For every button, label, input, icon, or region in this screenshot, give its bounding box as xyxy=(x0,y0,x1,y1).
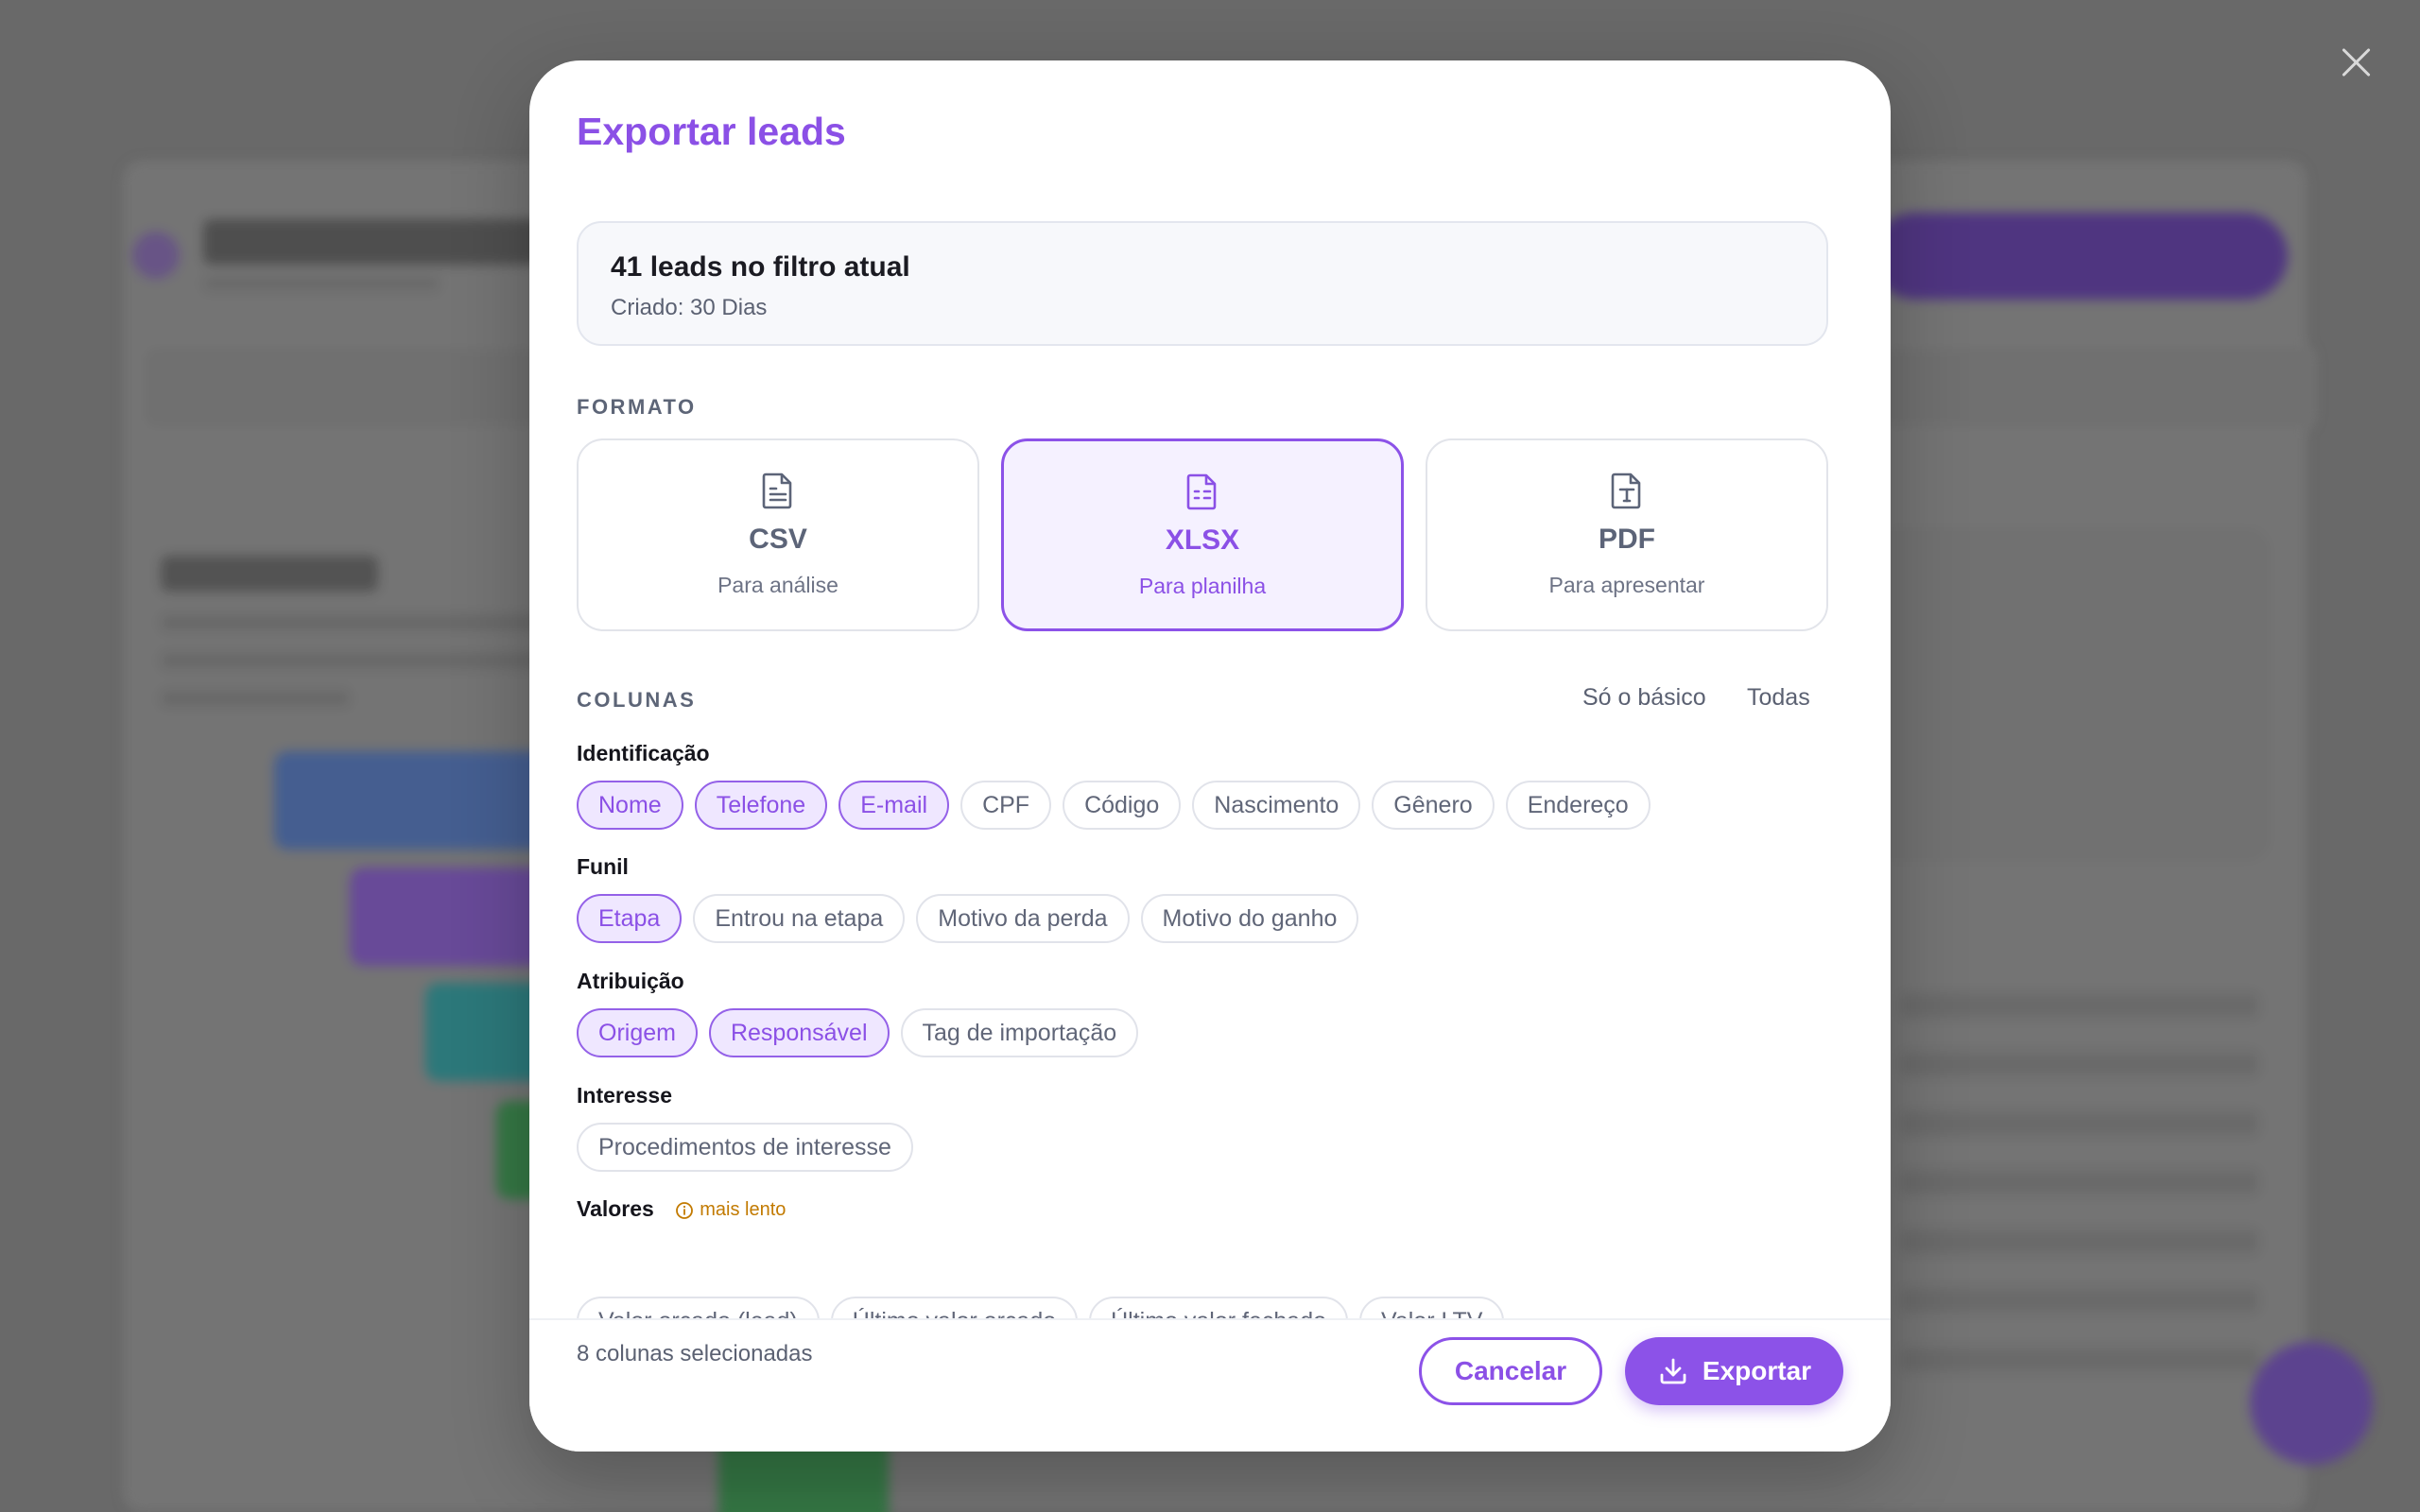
column-chip-genero[interactable]: Gênero xyxy=(1372,781,1495,830)
chip-row-interesse: Procedimentos de interesse xyxy=(577,1123,913,1172)
columns-section-label: COLUNAS xyxy=(577,688,697,712)
column-chip-cpf[interactable]: CPF xyxy=(960,781,1052,830)
export-leads-modal: Exportar leads 41 leads no filtro atual … xyxy=(529,60,1891,1452)
group-label-atribuicao: Atribuição xyxy=(577,969,684,993)
group-label-interesse: Interesse xyxy=(577,1083,673,1108)
column-chip-email[interactable]: E-mail xyxy=(838,781,950,830)
column-chip-codigo[interactable]: Código xyxy=(1063,781,1182,830)
format-name: PDF xyxy=(1599,524,1655,555)
format-section-label: FORMATO xyxy=(577,395,697,419)
file-text-icon xyxy=(762,472,792,509)
group-label-identificacao: Identificação xyxy=(577,741,710,765)
close-icon[interactable] xyxy=(2337,43,2375,81)
download-icon xyxy=(1660,1358,1686,1384)
column-chip-tag-de-importacao[interactable]: Tag de importação xyxy=(900,1008,1139,1057)
selected-columns-count: 8 colunas selecionadas xyxy=(577,1341,813,1366)
leads-count: 41 leads no filtro atual xyxy=(611,251,910,283)
format-option-csv[interactable]: CSV Para análise xyxy=(577,438,979,631)
format-description: Para análise xyxy=(717,573,838,597)
format-name: CSV xyxy=(749,524,807,555)
format-description: Para planilha xyxy=(1138,574,1267,598)
slow-warning-text: mais lento xyxy=(700,1199,786,1221)
group-label-valores: Valores mais lento xyxy=(577,1196,786,1222)
column-chip-telefone[interactable]: Telefone xyxy=(694,781,828,830)
column-chip-motivo-do-ganho[interactable]: Motivo do ganho xyxy=(1140,894,1359,943)
group-label-funil: Funil xyxy=(577,854,629,879)
filter-summary-card: 41 leads no filtro atual Criado: 30 Dias xyxy=(577,221,1828,346)
format-option-pdf[interactable]: PDF Para apresentar xyxy=(1426,438,1828,631)
slow-warning-badge: mais lento xyxy=(675,1199,786,1221)
modal-footer: 8 colunas selecionadas Cancelar Exportar xyxy=(529,1318,1891,1452)
active-filter: Criado: 30 Dias xyxy=(611,295,768,320)
column-chip-procedimentos-de-interesse[interactable]: Procedimentos de interesse xyxy=(577,1123,913,1172)
all-columns-button[interactable]: Todas xyxy=(1747,684,1810,712)
column-chip-endereco[interactable]: Endereço xyxy=(1505,781,1651,830)
column-chip-entrou-na-etapa[interactable]: Entrou na etapa xyxy=(693,894,906,943)
cancel-button[interactable]: Cancelar xyxy=(1419,1337,1602,1405)
chip-row-atribuicao: Origem Responsável Tag de importação xyxy=(577,1008,1139,1057)
export-button[interactable]: Exportar xyxy=(1625,1337,1843,1405)
column-chip-origem[interactable]: Origem xyxy=(577,1008,698,1057)
column-chip-responsavel[interactable]: Responsável xyxy=(708,1008,890,1057)
column-chip-nome[interactable]: Nome xyxy=(577,781,683,830)
group-label-text: Valores xyxy=(577,1196,654,1221)
format-description: Para apresentar xyxy=(1548,573,1705,597)
column-chip-nascimento[interactable]: Nascimento xyxy=(1192,781,1361,830)
column-chip-etapa[interactable]: Etapa xyxy=(577,894,683,943)
column-chip-motivo-da-perda[interactable]: Motivo da perda xyxy=(916,894,1130,943)
chip-row-identificacao: Nome Telefone E-mail CPF Código Nascimen… xyxy=(577,781,1651,830)
basic-columns-button[interactable]: Só o básico xyxy=(1582,684,1706,712)
format-option-xlsx[interactable]: XLSX Para planilha xyxy=(1001,438,1404,631)
file-type-icon xyxy=(1611,472,1641,509)
chip-row-funil: Etapa Entrou na etapa Motivo da perda Mo… xyxy=(577,894,1359,943)
export-button-label: Exportar xyxy=(1702,1356,1812,1385)
format-name: XLSX xyxy=(1165,524,1240,556)
info-icon xyxy=(676,1202,694,1219)
file-spreadsheet-icon xyxy=(1186,473,1217,510)
modal-title: Exportar leads xyxy=(577,110,846,153)
